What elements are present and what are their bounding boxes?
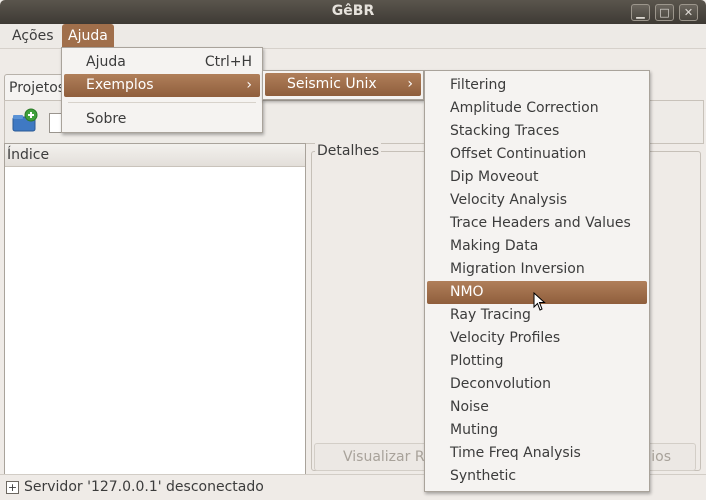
menu-item-offset-continuation[interactable]: Offset Continuation (427, 143, 647, 166)
menu-item-velocity-analysis[interactable]: Velocity Analysis (427, 189, 647, 212)
menubar: Ações Ajuda (0, 24, 706, 49)
seismic-unix-menu: Filtering Amplitude Correction Stacking … (424, 70, 650, 492)
menu-acoes[interactable]: Ações (6, 24, 60, 48)
new-project-button[interactable] (11, 107, 39, 135)
menu-item-muting[interactable]: Muting (427, 419, 647, 442)
menu-item-ajuda-shortcut: Ctrl+H (204, 54, 252, 70)
menu-ajuda[interactable]: Ajuda (62, 24, 114, 48)
menu-item-label: Ray Tracing (450, 307, 531, 323)
menu-item-label: Velocity Profiles (450, 330, 561, 346)
title-bar: GêBR ▁ □ ✕ (0, 0, 706, 24)
menu-item-label: Stacking Traces (450, 123, 560, 139)
menu-item-label: Amplitude Correction (450, 100, 599, 116)
menu-item-label: Deconvolution (450, 376, 551, 392)
menu-item-sobre-label: Sobre (86, 111, 127, 127)
chevron-right-icon: › (246, 77, 252, 93)
close-icon: ✕ (683, 6, 694, 19)
menu-item-label: Plotting (450, 353, 504, 369)
menu-item-synthetic[interactable]: Synthetic (427, 465, 647, 488)
menu-item-label: Muting (450, 422, 499, 438)
window-title: GêBR (331, 3, 375, 19)
menu-item-ajuda[interactable]: Ajuda Ctrl+H (64, 51, 260, 74)
menu-item-exemplos-label: Exemplos (86, 77, 154, 93)
menu-item-label: Synthetic (450, 468, 517, 484)
view-report-label-end: ios (651, 449, 671, 465)
menu-item-label: NMO (450, 284, 484, 300)
menu-item-label: Velocity Analysis (450, 192, 568, 208)
menu-item-label: Trace Headers and Values (450, 215, 631, 231)
menu-item-amplitude-correction[interactable]: Amplitude Correction (427, 97, 647, 120)
mouse-pointer-icon (533, 292, 546, 311)
menu-item-label: Time Freq Analysis (450, 445, 581, 461)
index-header[interactable]: Índice (5, 144, 305, 167)
chevron-right-icon: › (407, 76, 413, 92)
new-project-icon (12, 108, 38, 132)
menu-item-label: Offset Continuation (450, 146, 587, 162)
menu-item-dip-moveout[interactable]: Dip Moveout (427, 166, 647, 189)
index-pane[interactable]: Índice (4, 143, 306, 475)
menu-item-ajuda-label: Ajuda (86, 54, 126, 70)
maximize-button[interactable]: □ (655, 4, 674, 21)
view-report-label: Visualizar Re (343, 449, 433, 465)
maximize-icon: □ (659, 6, 670, 19)
menu-item-filtering[interactable]: Filtering (427, 74, 647, 97)
help-menu: Ajuda Ctrl+H Exemplos › Sobre (61, 47, 263, 133)
menu-item-label: Filtering (450, 77, 507, 93)
menu-item-migration-inversion[interactable]: Migration Inversion (427, 258, 647, 281)
menu-item-label: Dip Moveout (450, 169, 539, 185)
details-header: Detalhes (315, 143, 382, 159)
menu-item-trace-headers[interactable]: Trace Headers and Values (427, 212, 647, 235)
menu-item-seismic-unix-label: Seismic Unix (287, 76, 377, 92)
menu-item-label: Noise (450, 399, 489, 415)
close-button[interactable]: ✕ (679, 4, 698, 21)
menu-item-deconvolution[interactable]: Deconvolution (427, 373, 647, 396)
menu-separator (68, 102, 256, 103)
menu-item-label: Making Data (450, 238, 539, 254)
minimize-button[interactable]: ▁ (631, 4, 650, 21)
expand-icon[interactable]: + (6, 481, 19, 494)
menu-item-label: Migration Inversion (450, 261, 585, 277)
minimize-icon: ▁ (636, 6, 645, 19)
status-text: Servidor '127.0.0.1' desconectado (24, 479, 264, 495)
menu-item-plotting[interactable]: Plotting (427, 350, 647, 373)
examples-menu: Seismic Unix › (262, 70, 424, 100)
menu-item-sobre[interactable]: Sobre (64, 108, 260, 131)
menu-item-noise[interactable]: Noise (427, 396, 647, 419)
menu-item-making-data[interactable]: Making Data (427, 235, 647, 258)
menu-item-time-freq-analysis[interactable]: Time Freq Analysis (427, 442, 647, 465)
menu-item-exemplos[interactable]: Exemplos › (64, 74, 260, 97)
menu-item-stacking-traces[interactable]: Stacking Traces (427, 120, 647, 143)
menu-item-velocity-profiles[interactable]: Velocity Profiles (427, 327, 647, 350)
menu-item-seismic-unix[interactable]: Seismic Unix › (265, 73, 421, 96)
